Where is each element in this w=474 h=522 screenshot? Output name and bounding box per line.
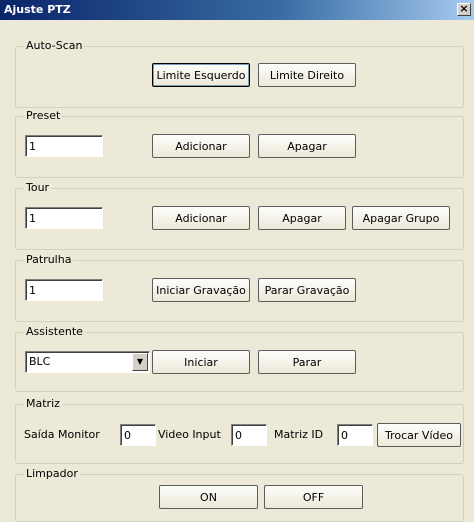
assistant-group: Assistente BLC ▼ Iniciar Parar (15, 325, 464, 392)
assistant-select[interactable]: BLC ▼ (25, 351, 150, 373)
matrix-id-label: Matriz ID (274, 428, 324, 441)
assistant-selected-value: BLC (29, 355, 51, 368)
autoscan-legend: Auto-Scan (24, 39, 85, 52)
close-button[interactable]: × (457, 3, 471, 16)
window-title: Ajuste PTZ (4, 3, 71, 16)
patrol-legend: Patrulha (24, 253, 74, 266)
matrix-id-input[interactable] (337, 424, 373, 446)
output-monitor-label: Saída Monitor (24, 428, 100, 441)
preset-add-button[interactable]: Adicionar (152, 134, 250, 158)
patrol-group: Patrulha Iniciar Gravação Parar Gravação (15, 253, 464, 322)
dialog-body: Auto-Scan Limite Esquerdo Limite Direito… (0, 20, 474, 522)
patrol-input[interactable] (25, 279, 103, 301)
wiper-off-button[interactable]: OFF (264, 485, 363, 509)
matrix-group: Matriz Saída Monitor Video Input Matriz … (15, 397, 464, 464)
chevron-down-icon[interactable]: ▼ (132, 353, 148, 371)
tour-delete-group-button[interactable]: Apagar Grupo (352, 206, 450, 230)
tour-group: Tour Adicionar Apagar Apagar Grupo (15, 181, 464, 250)
wiper-legend: Limpador (24, 467, 80, 480)
switch-video-button[interactable]: Trocar Vídeo (377, 423, 461, 447)
video-input-input[interactable] (231, 424, 267, 446)
autoscan-group: Auto-Scan Limite Esquerdo Limite Direito (15, 39, 464, 108)
title-bar: Ajuste PTZ × (0, 0, 474, 20)
matrix-legend: Matriz (24, 397, 62, 410)
assistant-legend: Assistente (24, 325, 85, 338)
right-limit-button[interactable]: Limite Direito (258, 63, 356, 87)
wiper-on-button[interactable]: ON (159, 485, 258, 509)
preset-delete-button[interactable]: Apagar (258, 134, 356, 158)
video-input-label: Video Input (158, 428, 221, 441)
tour-legend: Tour (24, 181, 52, 194)
tour-input[interactable] (25, 207, 103, 229)
tour-add-button[interactable]: Adicionar (152, 206, 250, 230)
tour-delete-button[interactable]: Apagar (258, 206, 346, 230)
preset-group: Preset Adicionar Apagar (15, 109, 464, 178)
left-limit-button[interactable]: Limite Esquerdo (152, 63, 250, 87)
start-record-button[interactable]: Iniciar Gravação (152, 278, 250, 302)
stop-record-button[interactable]: Parar Gravação (258, 278, 356, 302)
output-monitor-input[interactable] (120, 424, 156, 446)
assistant-start-button[interactable]: Iniciar (152, 350, 250, 374)
close-icon: × (459, 2, 469, 15)
preset-input[interactable] (25, 135, 103, 157)
wiper-group: Limpador ON OFF (15, 467, 464, 522)
preset-legend: Preset (24, 109, 63, 122)
assistant-stop-button[interactable]: Parar (258, 350, 356, 374)
